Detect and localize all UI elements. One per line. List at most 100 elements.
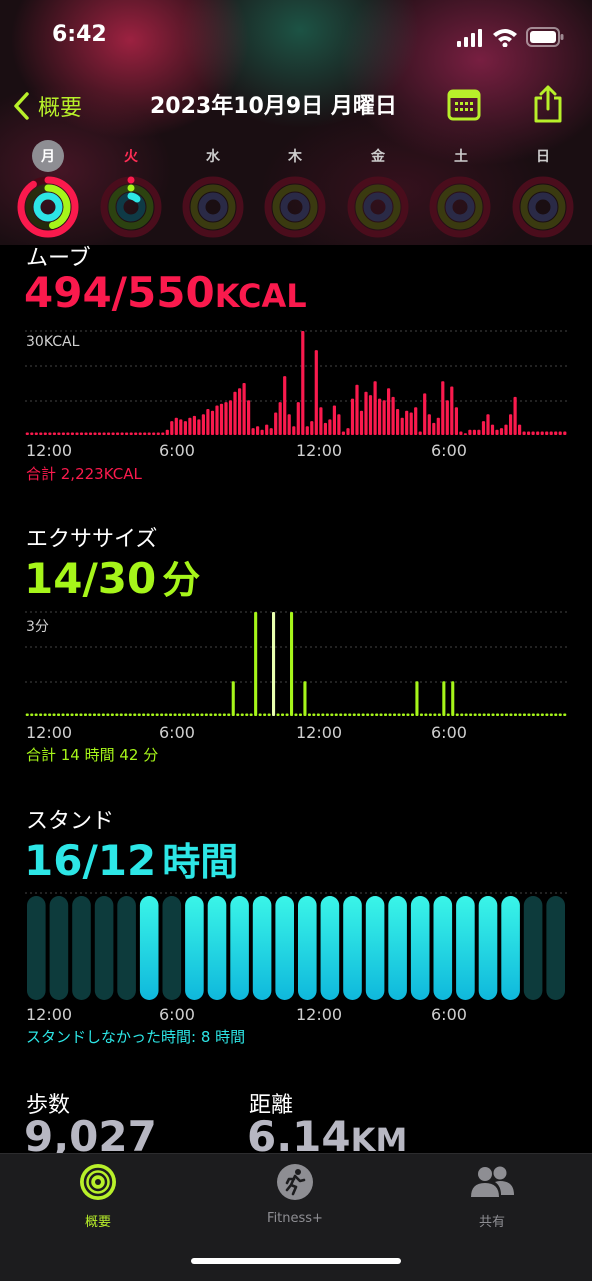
- move-chart-bar-7: [57, 432, 61, 435]
- move-chart-bar-51: [256, 426, 260, 435]
- cellular-signal-icon: [457, 29, 482, 47]
- move-chart-bar-28: [152, 432, 156, 435]
- calendar-button[interactable]: [447, 88, 481, 122]
- move-chart-bar-101: [481, 421, 486, 435]
- move-chart-bar-57: [283, 376, 287, 435]
- move-chart-bar-2: [34, 432, 38, 435]
- tab-fitness-plus[interactable]: Fitness+: [225, 1163, 365, 1226]
- move-chart-bar-21: [120, 432, 124, 435]
- activity-rings-mon[interactable]: [17, 176, 79, 238]
- exercise-chart-bar-19: [110, 713, 114, 716]
- exercise-chart-bar-58: [285, 713, 289, 716]
- exercise-chart-bar-61: [298, 713, 302, 716]
- day-label-mon[interactable]: 月: [30, 146, 66, 166]
- day-label-fri[interactable]: 金: [360, 146, 396, 166]
- move-chart-bar-48: [242, 383, 246, 435]
- exercise-chart-bar-41: [209, 713, 213, 716]
- move-chart-bar-9: [66, 432, 70, 435]
- move-chart-bar-68: [332, 405, 336, 435]
- move-chart-bar-92: [441, 381, 445, 435]
- move-chart-bar-43: [219, 403, 224, 435]
- exercise-chart-bar-38: [195, 713, 199, 716]
- exercise-value-number: 14/30: [24, 554, 157, 603]
- stand-bar-9: [230, 896, 249, 1000]
- move-chart-bar-55: [274, 412, 278, 435]
- stand-bar-2: [72, 896, 91, 1000]
- exercise-chart-bar-3: [39, 713, 43, 716]
- exercise-chart-bar-113: [531, 713, 535, 716]
- exercise-chart-bar-45: [227, 713, 231, 716]
- exercise-chart-bar-22: [124, 713, 128, 716]
- activity-rings-sun[interactable]: [512, 176, 574, 238]
- exercise-chart-bar-49: [245, 713, 249, 716]
- activity-rings-sat[interactable]: [429, 176, 491, 238]
- activity-rings-thu[interactable]: [264, 176, 326, 238]
- move-chart-bar-64: [314, 350, 318, 435]
- exercise-chart-bar-101: [478, 713, 482, 716]
- exercise-chart-bar-86: [410, 713, 414, 716]
- exercise-chart-bar-102: [482, 713, 486, 716]
- people-icon: [471, 1166, 514, 1197]
- exercise-chart-bar-39: [200, 713, 204, 716]
- exercise-chart-bar-82: [393, 713, 397, 716]
- exercise-chart-bar-67: [325, 713, 329, 716]
- exercise-chart-bar-6: [52, 713, 56, 716]
- tab-sharing[interactable]: 共有: [422, 1163, 562, 1230]
- day-label-wed[interactable]: 水: [195, 146, 231, 166]
- battery-icon: [526, 27, 564, 47]
- move-chart-bar-19: [111, 432, 115, 435]
- exercise-chart-bar-99: [469, 713, 473, 716]
- move-chart-bar-89: [427, 414, 431, 435]
- exercise-chart-bar-120: [563, 713, 567, 716]
- move-chart-bar-27: [147, 432, 151, 435]
- exercise-chart-bar-80: [384, 713, 388, 716]
- stand-bar-16: [388, 896, 407, 1000]
- exercise-chart-bar-13: [83, 713, 87, 716]
- day-label-sun[interactable]: 日: [525, 146, 561, 166]
- home-indicator: [191, 1258, 401, 1264]
- exercise-chart-bar-81: [388, 713, 392, 716]
- exercise-chart-bar-116: [545, 713, 549, 716]
- day-label-thu[interactable]: 木: [277, 146, 313, 166]
- back-button[interactable]: 概要: [12, 86, 82, 126]
- move-chart-bar-39: [201, 414, 205, 435]
- move-chart-bar-105: [499, 428, 504, 435]
- move-chart-bar-54: [269, 428, 273, 435]
- move-chart-bar-86: [414, 407, 418, 435]
- exercise-chart-bar-12: [79, 713, 83, 716]
- share-button[interactable]: [532, 84, 564, 124]
- stand-bar-21: [501, 896, 520, 1000]
- day-label-sat[interactable]: 土: [443, 146, 479, 166]
- stand-bar-8: [207, 896, 227, 1000]
- exercise-chart-bar-21: [119, 713, 123, 716]
- move-chart-bar-40: [206, 409, 210, 435]
- exercise-chart-bar-64: [312, 713, 316, 716]
- activity-rings-fri[interactable]: [347, 176, 409, 238]
- exercise-chart-bar-4: [43, 713, 47, 716]
- move-chart-bar-88: [423, 393, 427, 435]
- day-label-tue[interactable]: 火: [113, 146, 149, 166]
- activity-rings-wed[interactable]: [182, 176, 244, 238]
- move-chart-bar-26: [143, 432, 147, 435]
- exercise-chart-bar-84: [401, 713, 405, 716]
- move-chart-bar-30: [161, 432, 165, 435]
- move-chart-bar-102: [486, 414, 490, 435]
- move-chart-bar-42: [215, 405, 219, 435]
- move-chart-bar-87: [418, 431, 422, 435]
- exercise-chart-bar-107: [505, 713, 509, 716]
- exercise-chart-bar-10: [70, 713, 74, 716]
- stand-bar-10: [252, 896, 272, 1000]
- exercise-chart-bar-36: [186, 713, 190, 716]
- stand-bar-11: [275, 896, 294, 1000]
- tab-summary[interactable]: 概要: [28, 1163, 168, 1230]
- move-chart-bar-5: [48, 432, 52, 435]
- move-chart-bar-70: [341, 431, 345, 435]
- move-chart-bar-96: [459, 431, 463, 435]
- exercise-chart-bar-75: [361, 713, 365, 716]
- tab-fitness-plus-label: Fitness+: [267, 1211, 323, 1226]
- move-chart-bar-72: [350, 398, 355, 435]
- exercise-chart-bar-16: [97, 713, 101, 716]
- activity-rings-tue[interactable]: [100, 176, 162, 238]
- exercise-chart-bar-0: [25, 713, 29, 716]
- exercise-chart-bar-115: [540, 713, 544, 716]
